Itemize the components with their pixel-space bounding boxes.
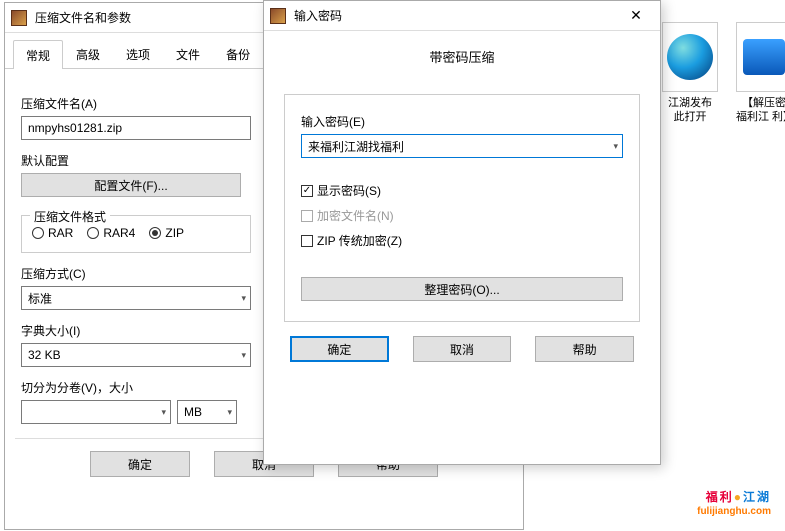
desktop-icon-caption: 江湖发布 此打开	[662, 96, 718, 125]
format-rar4[interactable]: RAR4	[87, 226, 135, 240]
desktop-icon[interactable]: 江湖发布 此打开	[662, 22, 718, 125]
password-dialog: 输入密码 ✕ 带密码压缩 输入密码(E) 来福利江湖找福利 ▾ ✓显示密码(S)…	[263, 0, 661, 465]
desktop-icon-caption: 【解压密 福利江 利】	[736, 96, 785, 125]
password-title: 输入密码	[294, 7, 616, 24]
password-body: 带密码压缩 输入密码(E) 来福利江湖找福利 ▾ ✓显示密码(S) 加密文件名(…	[264, 31, 660, 372]
archive-name-input[interactable]	[21, 116, 251, 140]
tab-files[interactable]: 文件	[163, 39, 213, 68]
site-logo: 福利●江湖 fulijianghu.com	[697, 488, 771, 517]
format-legend: 压缩文件格式	[30, 208, 110, 225]
password-help-button[interactable]: 帮助	[535, 336, 634, 362]
password-cancel-button[interactable]: 取消	[413, 336, 512, 362]
compression-method-combo[interactable]: 标准▾	[21, 286, 251, 310]
winrar-icon	[268, 6, 288, 26]
desktop-icon[interactable]: 【解压密 福利江 利】	[736, 22, 785, 125]
password-input[interactable]: 来福利江湖找福利 ▾	[301, 134, 623, 158]
password-titlebar: 输入密码 ✕	[264, 1, 660, 31]
archive-ok-button[interactable]: 确定	[90, 451, 190, 477]
encrypt-filenames-checkbox: 加密文件名(N)	[301, 207, 623, 224]
chevron-down-icon: ▾	[241, 350, 246, 361]
organize-passwords-button[interactable]: 整理密码(O)...	[301, 277, 623, 301]
chevron-down-icon: ▾	[613, 141, 618, 152]
tab-options[interactable]: 选项	[113, 39, 163, 68]
chevron-down-icon: ▾	[227, 407, 232, 418]
site-url: fulijianghu.com	[697, 506, 771, 517]
format-zip[interactable]: ZIP	[149, 226, 184, 240]
desktop-icons: 江湖发布 此打开 【解压密 福利江 利】	[662, 22, 785, 125]
password-footer: 确定 取消 帮助	[284, 322, 640, 362]
winrar-icon	[9, 8, 29, 28]
split-size-combo[interactable]: ▾	[21, 400, 171, 424]
image-file-icon	[736, 22, 785, 92]
zip-legacy-checkbox[interactable]: ZIP 传统加密(Z)	[301, 232, 623, 249]
chevron-down-icon: ▾	[161, 407, 166, 418]
format-rar[interactable]: RAR	[32, 226, 73, 240]
close-button[interactable]: ✕	[616, 6, 656, 26]
edge-icon	[662, 22, 718, 92]
tab-general[interactable]: 常规	[13, 40, 63, 69]
chevron-down-icon: ▾	[241, 293, 246, 304]
tab-advanced[interactable]: 高级	[63, 39, 113, 68]
password-subtitle: 带密码压缩	[284, 47, 640, 66]
enter-password-label: 输入密码(E)	[301, 113, 623, 130]
password-frame: 输入密码(E) 来福利江湖找福利 ▾ ✓显示密码(S) 加密文件名(N) ZIP…	[284, 94, 640, 322]
profile-button[interactable]: 配置文件(F)...	[21, 173, 241, 197]
split-unit-combo[interactable]: MB▾	[177, 400, 237, 424]
show-password-checkbox[interactable]: ✓显示密码(S)	[301, 182, 623, 199]
dict-size-combo[interactable]: 32 KB▾	[21, 343, 251, 367]
password-ok-button[interactable]: 确定	[290, 336, 389, 362]
tab-backup[interactable]: 备份	[213, 39, 263, 68]
